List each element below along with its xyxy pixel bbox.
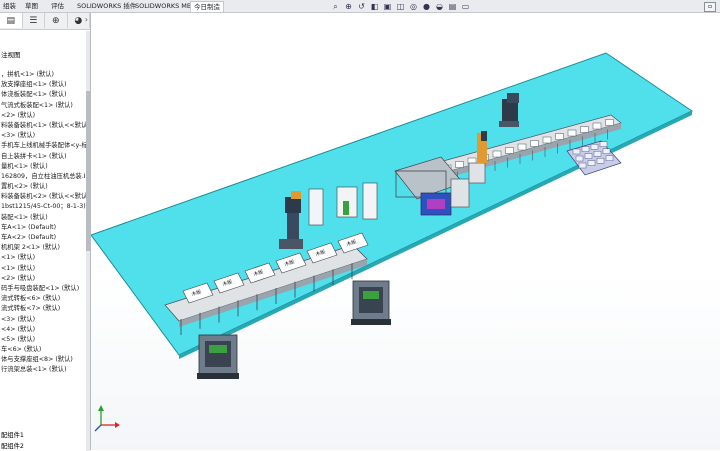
feature-manager-icon[interactable]: ▤: [0, 13, 23, 28]
pallet-cell: [578, 162, 587, 169]
pallet-cell: [593, 150, 602, 157]
tab-3[interactable]: SOLIDWORKS 插件: [74, 1, 139, 11]
tree-item[interactable]: <5> (默认): [0, 335, 86, 345]
conveyor-cell: [455, 161, 464, 168]
pallet-cell: [575, 155, 584, 162]
pallet-cell: [596, 157, 605, 164]
tree-scrollbar[interactable]: [86, 31, 90, 451]
tree-item[interactable]: 1bst1215/45-Ct-00；8-1-3): [0, 202, 86, 212]
pallet-cell: [599, 141, 608, 148]
tree-item[interactable]: <1> (默认): [0, 253, 86, 263]
panel-tabs: ▤ ☰ ⊕ ◕: [0, 13, 90, 30]
command-manager-tabs: 组装 草图 评估 SOLIDWORKS 插件 SOLIDWORKS MBD 今日制造 ⌕ ⊕…: [0, 0, 720, 13]
tree-item[interactable]: <2> (默认): [0, 111, 86, 121]
tab-5[interactable]: 今日制造: [190, 1, 224, 12]
section-view-icon[interactable]: ◧: [369, 1, 380, 12]
pallet-cell: [590, 143, 599, 150]
machine-left: [197, 334, 239, 379]
tree-item[interactable]: 车<6> (默认): [0, 345, 86, 355]
tree-item[interactable]: 体浇板装配<1> (默认): [0, 90, 86, 100]
display-style-icon[interactable]: ◫: [395, 1, 406, 12]
conveyor-cell: [517, 143, 527, 151]
expand-arrow-icon[interactable]: ›: [85, 15, 88, 24]
tree-item[interactable]: ，拼机<1> (默认): [0, 70, 86, 80]
pallet-cell: [584, 153, 593, 159]
view-settings-icon[interactable]: ▤: [447, 1, 458, 12]
tree-item[interactable]: 料装备装机<1> (默认<<默认: [0, 121, 86, 131]
tree-item[interactable]: 流式转板<6> (默认): [0, 294, 86, 304]
pallet-cell: [581, 146, 590, 152]
tree-item[interactable]: <3> (默认): [0, 315, 86, 325]
tree-item[interactable]: 机机架 2<1> (默认): [0, 243, 86, 253]
tree-item[interactable]: <4> (默认): [0, 325, 86, 335]
tab-1[interactable]: 草图: [22, 1, 41, 11]
restore-window-icon[interactable]: ▫: [704, 2, 716, 12]
tree-item[interactable]: 162809，自立柱油压机总装.II: [0, 172, 86, 182]
tree-item[interactable]: 放支撑座组<1> (默认): [0, 80, 86, 90]
tree-item[interactable]: 流式转板<7> (默认): [0, 304, 86, 314]
previous-view-icon[interactable]: ↺: [356, 1, 367, 12]
configuration-manager-icon[interactable]: ⊕: [45, 13, 68, 28]
conveyor-cell: [492, 150, 502, 158]
tree-header: 注视图: [1, 51, 21, 59]
tree-item[interactable]: 行流架总装<1> (默认): [0, 365, 86, 375]
assembly-model[interactable]: 木板木板木板木板木板木板: [91, 13, 720, 450]
conveyor-cell: [592, 122, 602, 130]
pallet-cell: [602, 148, 611, 155]
tree-item[interactable]: 自上装拼卡<1> (默认): [0, 152, 86, 162]
conveyor-cell: [542, 136, 552, 144]
tree-item[interactable]: 装配<1> (默认): [0, 213, 86, 223]
tree-item[interactable]: <1> (默认): [0, 264, 86, 274]
tree-item[interactable]: 气流式板装配<1> (默认): [0, 101, 86, 111]
tree-item[interactable]: 车A<2> (Default): [0, 233, 86, 243]
zoom-fit-icon[interactable]: ⌕: [330, 1, 341, 12]
tree-item[interactable]: <3> (默认): [0, 131, 86, 141]
pallet-cell: [605, 155, 614, 162]
conveyor-cell: [580, 126, 589, 133]
tab-0[interactable]: 组装: [0, 1, 19, 11]
feature-tree: ，拼机<1> (默认) 放支撑座组<1> (默认) 体浇板装配<1> (默认) 气流式…: [0, 70, 86, 376]
property-manager-icon[interactable]: ☰: [23, 13, 45, 28]
mate-group-2[interactable]: 配组件2: [1, 441, 24, 450]
tree-item[interactable]: 置机<2> (默认): [0, 182, 86, 192]
tab-2[interactable]: 评估: [48, 1, 67, 11]
feature-manager-panel: ▤ ☰ ⊕ ◕ › 注视图 ，拼机<1> (默认) 放支撑座组<1> (默认) 体浇板装配…: [0, 13, 91, 451]
apply-scene-icon[interactable]: ◒: [434, 1, 445, 12]
tree-item[interactable]: 料装备装机<2> (默认<<默认: [0, 192, 86, 202]
edit-appearance-icon[interactable]: ●: [421, 1, 432, 12]
coordinate-triad-icon: [94, 405, 120, 432]
machine-right: [351, 280, 391, 325]
conveyor-cell: [530, 140, 539, 147]
zoom-area-icon[interactable]: ⊕: [343, 1, 354, 12]
tree-item[interactable]: 车A<1> (Default): [0, 223, 86, 233]
monitor-icon[interactable]: ▭: [460, 1, 471, 12]
pallet-cell: [572, 148, 581, 155]
tree-item[interactable]: 手机车上线机械手装配体<y-标): [0, 141, 86, 151]
heads-up-view-toolbar: ⌕ ⊕ ↺ ◧ ▣ ◫ ◎ ● ◒ ▤ ▭: [330, 1, 471, 13]
view-orientation-icon[interactable]: ▣: [382, 1, 393, 12]
conveyor-cell: [605, 119, 614, 126]
mate-group-1[interactable]: 配组件1: [1, 430, 24, 439]
tree-item[interactable]: <2> (默认): [0, 274, 86, 284]
tree-item[interactable]: 量机<1> (默认): [0, 162, 86, 172]
conveyor-cell: [505, 147, 514, 154]
pallet-cell: [587, 160, 596, 166]
tree-item[interactable]: 码手与吸盘装配<1> (默认): [0, 284, 86, 294]
conveyor-cell: [555, 133, 564, 140]
hide-show-icon[interactable]: ◎: [408, 1, 419, 12]
graphics-viewport[interactable]: 木板 木板 木板 木板 木板 木板: [91, 13, 720, 450]
tree-item[interactable]: 体与支撑座组<8> (默认): [0, 355, 86, 365]
conveyor-cell: [567, 129, 577, 137]
scrollbar-thumb[interactable]: [86, 91, 90, 251]
